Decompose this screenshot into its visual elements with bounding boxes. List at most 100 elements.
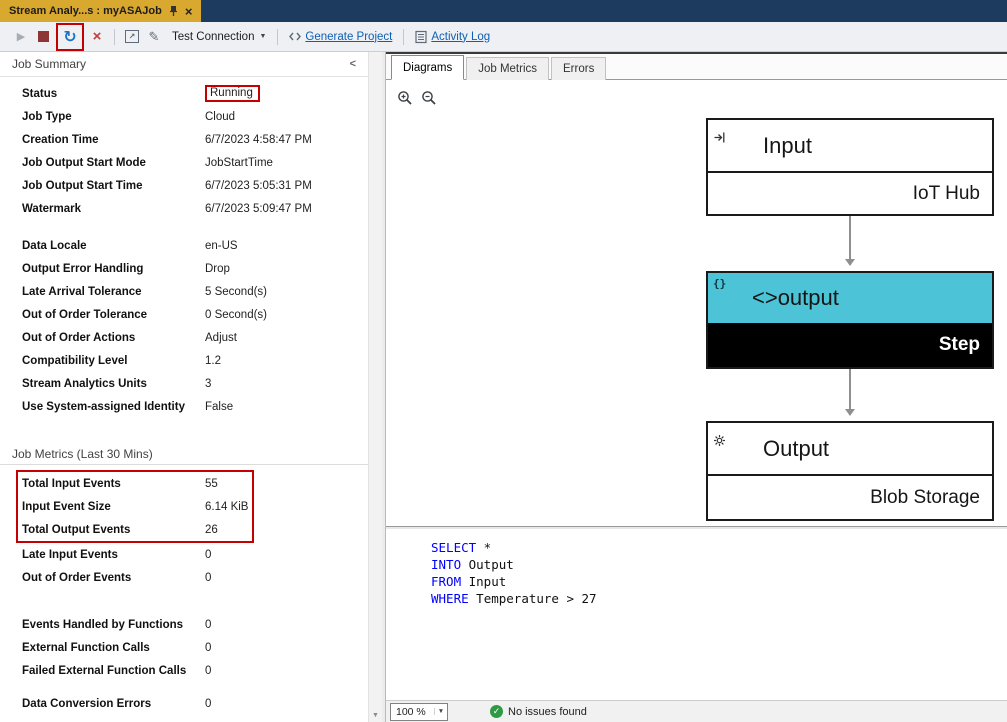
node-step-subtitle: Step xyxy=(708,323,992,367)
query-editor[interactable]: SELECT * INTO Output FROM Input WHERE Te… xyxy=(386,529,1007,700)
cancel-button[interactable]: × xyxy=(87,26,107,48)
row-label: Stream Analytics Units xyxy=(22,378,205,390)
row-value: 5 Second(s) xyxy=(205,286,267,298)
row-label: Use System-assigned Identity xyxy=(22,401,205,413)
row-label: Creation Time xyxy=(22,134,205,146)
annotation-box-refresh: ↻ xyxy=(56,23,84,51)
node-output-subtitle: Blob Storage xyxy=(708,474,992,519)
sql-keyword: SELECT xyxy=(431,540,476,555)
job-diagram-canvas[interactable]: Input IoT Hub {} <>output Step xyxy=(386,80,1007,526)
tab-errors[interactable]: Errors xyxy=(551,57,606,80)
metric-row: Data Conversion Errors 0 xyxy=(0,692,368,715)
row-value: False xyxy=(205,401,233,413)
metrics-group: Late Input Events 0 Out of Order Events … xyxy=(0,543,368,589)
zoom-in-icon[interactable] xyxy=(396,89,414,107)
chevron-down-icon: ▼ xyxy=(434,708,447,715)
sql-keyword: INTO xyxy=(431,557,461,572)
metric-row: Input Event Size 6.14 KiB xyxy=(18,495,252,518)
edit-script-button[interactable]: ✎ xyxy=(144,26,164,48)
diagram-node-step[interactable]: {} <>output Step xyxy=(706,271,994,369)
document-tab[interactable]: Stream Analy...s : myASAJob × xyxy=(0,0,201,22)
row-label: Data Conversion Errors xyxy=(22,698,205,710)
metric-row: Total Output Events 26 xyxy=(18,518,252,541)
summary-row: Job Output Start Mode JobStartTime xyxy=(0,151,368,174)
document-tab-title: Stream Analy...s : myASAJob xyxy=(9,5,162,17)
diagram-node-input[interactable]: Input IoT Hub xyxy=(706,118,994,216)
row-value: 55 xyxy=(205,478,218,490)
row-value: 3 xyxy=(205,378,211,390)
node-subtitle: Blob Storage xyxy=(870,487,980,509)
generate-project-link[interactable]: Generate Project xyxy=(305,31,392,43)
zoom-level-dropdown[interactable]: 100 % ▼ xyxy=(390,703,448,721)
node-subtitle: Step xyxy=(939,334,980,356)
check-icon: ✓ xyxy=(490,705,503,718)
row-label: Compatibility Level xyxy=(22,355,205,367)
sql-text: Input xyxy=(461,574,506,589)
toolbar-separator xyxy=(403,29,404,45)
row-label: Failed External Function Calls xyxy=(22,665,205,677)
node-title: Output xyxy=(763,436,829,462)
status-value-annotated: Running xyxy=(205,85,260,102)
pin-icon[interactable] xyxy=(169,5,178,17)
diagram-node-output[interactable]: Output Blob Storage xyxy=(706,421,994,521)
row-label: Out of Order Events xyxy=(22,572,205,584)
row-value: 0 xyxy=(205,698,211,710)
row-value: 0 Second(s) xyxy=(205,309,267,321)
metric-row: Failed External Function Calls 0 xyxy=(0,659,368,682)
row-label: Watermark xyxy=(22,203,205,215)
start-button[interactable]: ▶ xyxy=(11,26,31,48)
row-label: Input Event Size xyxy=(22,501,205,513)
tab-diagrams[interactable]: Diagrams xyxy=(391,55,464,80)
row-label: Out of Order Actions xyxy=(22,332,205,344)
summary-row: Out of Order Tolerance 0 Second(s) xyxy=(0,303,368,326)
activity-log-link[interactable]: Activity Log xyxy=(431,31,490,43)
row-label: Job Output Start Mode xyxy=(22,157,205,169)
summary-row: Out of Order Actions Adjust xyxy=(0,326,368,349)
row-label: Total Output Events xyxy=(22,524,205,536)
functions-group: Events Handled by Functions 0 External F… xyxy=(0,613,368,682)
row-label: Output Error Handling xyxy=(22,263,205,275)
input-icon xyxy=(713,124,726,150)
diagram-arrow xyxy=(849,369,851,414)
refresh-button[interactable]: ↻ xyxy=(60,26,80,48)
query-line: SELECT * xyxy=(431,539,1007,556)
titlebar: Stream Analy...s : myASAJob × xyxy=(0,0,1007,22)
sql-text: Temperature > 27 xyxy=(469,591,597,606)
metric-row: Events Handled by Functions 0 xyxy=(0,613,368,636)
zoom-out-icon[interactable] xyxy=(420,89,438,107)
row-value: 26 xyxy=(205,524,218,536)
job-metrics-section-header: Job Metrics (Last 30 Mins) xyxy=(0,444,368,465)
row-label: Out of Order Tolerance xyxy=(22,309,205,321)
row-value: 1.2 xyxy=(205,355,221,367)
row-value: 6/7/2023 5:09:47 PM xyxy=(205,203,312,215)
row-value: Drop xyxy=(205,263,230,275)
sql-keyword: WHERE xyxy=(431,591,469,606)
row-label: Total Input Events xyxy=(22,478,205,490)
stop-button[interactable] xyxy=(33,26,53,48)
close-icon[interactable]: × xyxy=(185,5,193,18)
scroll-down-icon[interactable]: ▼ xyxy=(369,712,382,719)
app-window: Stream Analy...s : myASAJob × ▶ ↻ × ↗ ✎ … xyxy=(0,0,1007,722)
summary-row: Creation Time 6/7/2023 4:58:47 PM xyxy=(0,128,368,151)
collapse-panel-icon[interactable]: < xyxy=(350,58,362,70)
row-label: Late Input Events xyxy=(22,549,205,561)
play-icon: ▶ xyxy=(17,30,25,43)
left-panel-scrollbar[interactable]: ▼ xyxy=(368,52,382,722)
open-in-portal-button[interactable]: ↗ xyxy=(122,26,142,48)
row-label: Events Handled by Functions xyxy=(22,619,205,631)
generate-project-icon xyxy=(288,30,302,43)
errors-group: Data Conversion Errors 0 xyxy=(0,692,368,715)
toolbar-separator xyxy=(114,29,115,45)
test-connection-dropdown[interactable]: Test Connection ▼ xyxy=(166,26,270,48)
summary-row: Watermark 6/7/2023 5:09:47 PM xyxy=(0,197,368,220)
node-title: Input xyxy=(763,133,812,159)
metric-row: External Function Calls 0 xyxy=(0,636,368,659)
annotation-box-metrics: Total Input Events 55 Input Event Size 6… xyxy=(16,470,254,543)
query-line: WHERE Temperature > 27 xyxy=(431,590,1007,607)
gear-icon xyxy=(713,427,726,453)
metric-row: Total Input Events 55 xyxy=(18,472,252,495)
sql-keyword: FROM xyxy=(431,574,461,589)
activity-log-icon xyxy=(414,30,428,44)
row-value: 0 xyxy=(205,619,211,631)
tab-job-metrics[interactable]: Job Metrics xyxy=(466,57,549,80)
